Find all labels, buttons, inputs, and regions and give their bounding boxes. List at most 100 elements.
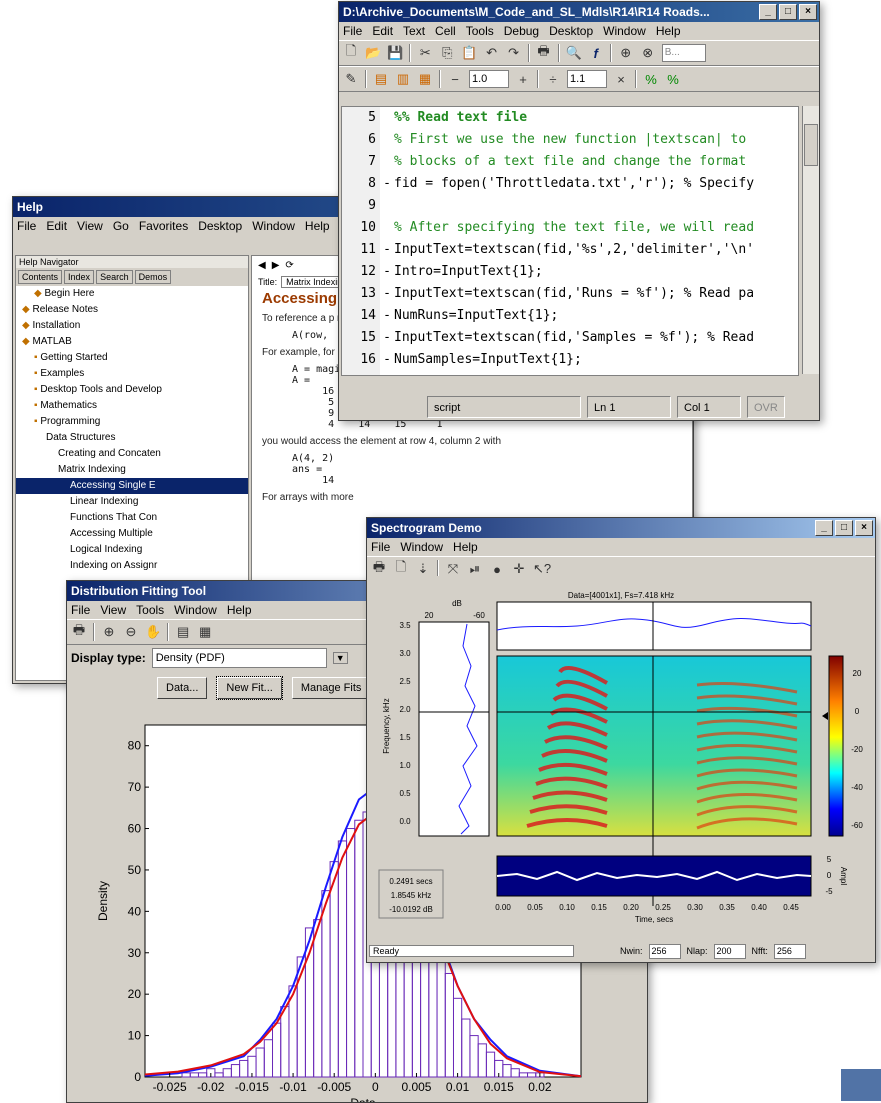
pan-hand-icon[interactable]: ✋ <box>145 624 161 640</box>
tree-item[interactable]: Accessing Multiple <box>16 526 248 542</box>
help-tab-index[interactable]: Index <box>64 270 95 284</box>
zoom-out-icon[interactable]: ⊖ <box>123 624 139 640</box>
help-tab-search[interactable]: Search <box>96 270 133 284</box>
back-icon[interactable]: ◀ <box>258 260 266 271</box>
forward-icon[interactable]: ▶ <box>272 260 280 271</box>
multiply-icon[interactable]: × <box>613 72 629 87</box>
spec-titlebar[interactable]: Spectrogram Demo _ □ × <box>367 518 875 538</box>
breakpoint-marker[interactable] <box>380 151 394 173</box>
editor-menu-edit[interactable]: Edit <box>372 22 393 40</box>
editor-titlebar[interactable]: D:\Archive_Documents\M_Code_and_SL_Mdls\… <box>339 2 819 22</box>
breakpoint-marker[interactable] <box>380 217 394 239</box>
help-tab-contents[interactable]: Contents <box>18 270 63 284</box>
editor-menu-desktop[interactable]: Desktop <box>549 22 593 40</box>
code-line[interactable]: 6 % First we use the new function |textsc… <box>342 129 798 151</box>
print-icon[interactable]: 🖶 <box>71 621 87 643</box>
divide-icon[interactable]: ÷ <box>545 72 561 87</box>
function-icon[interactable]: f <box>588 46 604 61</box>
editor-menu-window[interactable]: Window <box>603 22 646 40</box>
breakpoint-marker[interactable] <box>380 107 394 129</box>
editor-menu-tools[interactable]: Tools <box>466 22 494 40</box>
help-menu-edit[interactable]: Edit <box>46 217 67 235</box>
marker-icon[interactable]: ⇣ <box>415 561 431 577</box>
multiply-value-field[interactable]: 1.1 <box>567 70 607 88</box>
tree-item[interactable]: Indexing on Assignr <box>16 558 248 574</box>
tree-item[interactable]: Creating and Concaten <box>16 446 248 462</box>
dfit-menu-help[interactable]: Help <box>227 601 252 619</box>
minimize-icon[interactable]: _ <box>759 4 777 20</box>
tree-item[interactable]: ▪ Getting Started <box>16 350 248 366</box>
insert-cell-divider-icon[interactable]: % <box>643 72 659 87</box>
find-icon[interactable]: 🔍 <box>566 45 582 61</box>
tree-item[interactable]: Matrix Indexing <box>16 462 248 478</box>
help-menu-file[interactable]: File <box>17 217 36 235</box>
breakpoint-marker[interactable]: - <box>380 283 394 305</box>
close-icon[interactable]: × <box>855 520 873 536</box>
code-editor[interactable]: 5 %% Read text file 6 % First we use the ne… <box>341 106 799 376</box>
code-line[interactable]: 7 % blocks of a text file and change the … <box>342 151 798 173</box>
cut-icon[interactable]: ✂ <box>417 45 433 61</box>
code-line[interactable]: 14- NumRuns=InputText{1}; <box>342 305 798 327</box>
nfft-field[interactable]: 256 <box>773 943 806 959</box>
new-fit-button[interactable]: New Fit... <box>216 676 283 700</box>
code-line[interactable]: 11- InputText=textscan(fid,'%s',2,'delimi… <box>342 239 798 261</box>
grid-icon[interactable]: ▦ <box>197 624 213 640</box>
eval-file-icon[interactable]: ▦ <box>417 71 433 87</box>
redo-icon[interactable]: ↷ <box>506 45 522 61</box>
tree-item[interactable]: ◆ Begin Here <box>16 286 248 302</box>
full-view-icon[interactable]: ⤧ <box>445 561 461 577</box>
paste-icon[interactable]: 📋 <box>461 45 477 61</box>
code-line[interactable]: 12- Intro=InputText{1}; <box>342 261 798 283</box>
code-line[interactable]: 5 %% Read text file <box>342 107 798 129</box>
breakpoint-marker[interactable] <box>380 129 394 151</box>
tree-item[interactable]: Logical Indexing <box>16 542 248 558</box>
increment-value-field[interactable]: 1.0 <box>469 70 509 88</box>
eval-cell-icon[interactable]: ▤ <box>373 71 389 87</box>
display-type-select[interactable]: Density (PDF) <box>151 648 327 668</box>
help-icon[interactable]: ↖? <box>533 561 551 577</box>
tree-item[interactable]: Linear Indexing <box>16 494 248 510</box>
code-line[interactable]: 8- fid = fopen('Throttledata.txt','r'); %… <box>342 173 798 195</box>
code-line[interactable]: 10 % After specifying the text file, we w… <box>342 217 798 239</box>
minimize-icon[interactable]: _ <box>815 520 833 536</box>
help-tab-demos[interactable]: Demos <box>134 270 172 284</box>
editor-menu-file[interactable]: File <box>343 22 362 40</box>
copy-icon[interactable]: ⎘ <box>439 45 455 61</box>
tree-item[interactable]: Data Structures <box>16 430 248 446</box>
tree-item[interactable]: ▪ Desktop Tools and Develop <box>16 382 248 398</box>
code-line[interactable]: 17-FormatString=repmat('%f',1,NumSamples… <box>342 371 798 375</box>
editor-menu-text[interactable]: Text <box>403 22 425 40</box>
dot-icon[interactable]: ● <box>489 562 505 577</box>
help-menu-help[interactable]: Help <box>305 217 330 235</box>
cell-mode-icon[interactable]: ✎ <box>343 71 359 87</box>
remove-cell-divider-icon[interactable]: % <box>665 72 681 87</box>
code-line[interactable]: 9 <box>342 195 798 217</box>
tree-item[interactable]: Functions That Con <box>16 510 248 526</box>
tree-item[interactable]: ▪ Programming <box>16 414 248 430</box>
nlap-field[interactable]: 200 <box>713 943 746 959</box>
refresh-icon[interactable]: ⟳ <box>285 260 293 271</box>
nwin-field[interactable]: 256 <box>648 943 681 959</box>
tree-item[interactable]: ◆ Installation <box>16 318 248 334</box>
chevron-down-icon[interactable]: ▼ <box>332 652 348 664</box>
breakpoint-marker[interactable]: - <box>380 261 394 283</box>
editor-menu-help[interactable]: Help <box>656 22 681 40</box>
breakpoint-icon[interactable]: ⊕ <box>618 45 634 61</box>
scroll-thumb[interactable] <box>804 124 818 166</box>
help-menu-desktop[interactable]: Desktop <box>198 217 242 235</box>
spec-menu-window[interactable]: Window <box>400 538 443 556</box>
save-icon[interactable]: 💾 <box>387 45 403 61</box>
data-button[interactable]: Data... <box>157 677 208 699</box>
manage-fits-button[interactable]: Manage Fits <box>291 677 371 699</box>
spec-menu-file[interactable]: File <box>371 538 390 556</box>
editor-menu-cell[interactable]: Cell <box>435 22 456 40</box>
crosshair-icon[interactable]: ✛ <box>511 561 527 577</box>
dfit-menu-file[interactable]: File <box>71 601 90 619</box>
tree-item[interactable]: ▪ Mathematics <box>16 398 248 414</box>
help-menu-favorites[interactable]: Favorites <box>139 217 188 235</box>
breakpoint-marker[interactable]: - <box>380 305 394 327</box>
colorbar-marker[interactable] <box>822 712 828 720</box>
close-icon[interactable]: × <box>799 4 817 20</box>
undo-icon[interactable]: ↶ <box>484 45 500 61</box>
help-menu-go[interactable]: Go <box>113 217 129 235</box>
